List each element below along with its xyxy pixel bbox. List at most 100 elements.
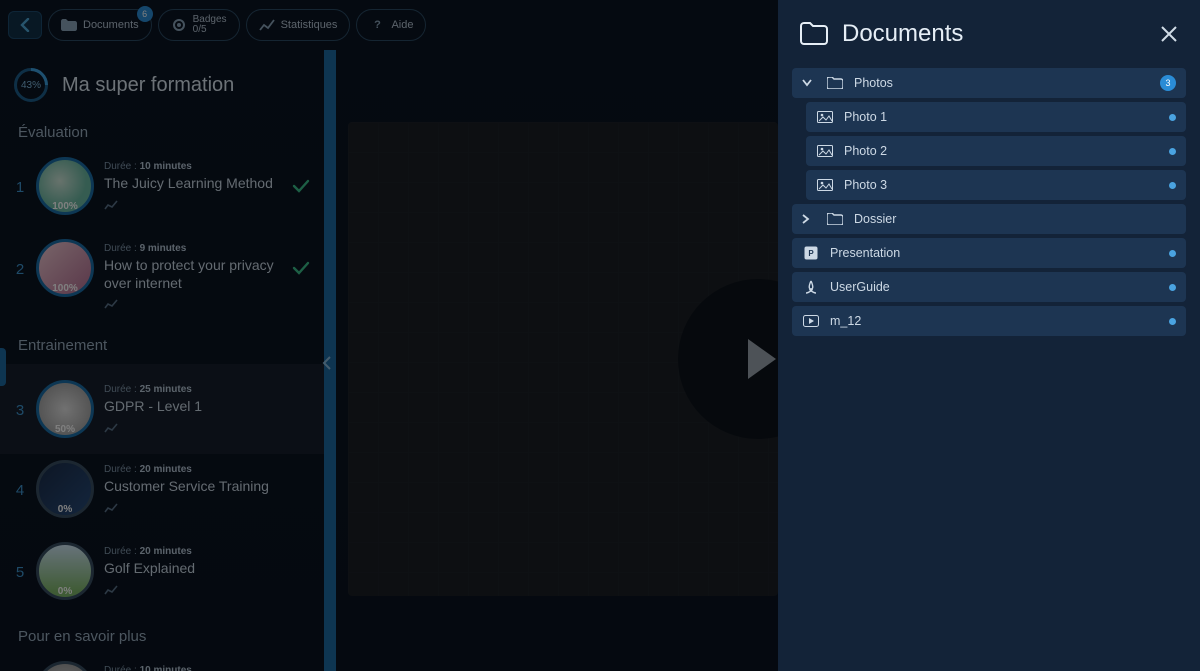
help-icon: ?	[369, 17, 385, 33]
chart-icon	[259, 17, 275, 33]
course-progress-value: 43%	[21, 80, 41, 91]
module-title: Golf Explained	[104, 560, 310, 578]
file-row[interactable]: Photo 3	[806, 170, 1186, 200]
unread-dot-icon	[1169, 182, 1176, 189]
image-icon	[816, 144, 834, 158]
toolbar-badges-value: 0/5	[193, 25, 227, 36]
module-index: 2	[14, 261, 26, 278]
module-row[interactable]: 5 0% Durée : 20 minutes Golf Explained	[14, 536, 310, 618]
image-icon	[816, 178, 834, 192]
documents-count-badge: 6	[137, 6, 153, 22]
course-title: Ma super formation	[62, 74, 234, 97]
documents-panel-title: Documents	[842, 20, 1146, 48]
module-row[interactable]: 4 0% Durée : 20 minutes Customer Service…	[14, 454, 310, 536]
module-duration: Durée : 10 minutes	[104, 665, 310, 671]
toolbar-documents-label: Documents	[83, 19, 139, 31]
chevron-right-icon	[802, 214, 816, 224]
module-row[interactable]: 1 100% Durée : 10 minutes The Juicy Lear…	[14, 151, 310, 233]
module-title: The Juicy Learning Method	[104, 175, 282, 193]
module-index: 5	[14, 564, 26, 581]
check-icon	[292, 179, 310, 193]
back-button[interactable]	[8, 11, 42, 39]
file-row[interactable]: P Presentation	[792, 238, 1186, 268]
section-training: Entrainement	[18, 337, 310, 354]
stats-icon[interactable]	[104, 503, 310, 513]
module-percent: 50%	[36, 424, 94, 435]
module-duration: Durée : 10 minutes	[104, 161, 282, 172]
module-percent: 100%	[36, 283, 94, 294]
video-icon	[802, 314, 820, 328]
file-name: Photo 1	[844, 110, 1159, 124]
stats-icon[interactable]	[104, 200, 282, 210]
module-title: GDPR - Level 1	[104, 398, 310, 416]
file-name: Photo 2	[844, 144, 1159, 158]
documents-list: Photos 3 Photo 1 Photo 2	[778, 64, 1200, 340]
module-percent: 100%	[36, 201, 94, 212]
folder-count-badge: 3	[1160, 75, 1176, 91]
chevron-down-icon	[802, 79, 816, 87]
file-name: Photo 3	[844, 178, 1159, 192]
file-row[interactable]: UserGuide	[792, 272, 1186, 302]
file-row[interactable]: Photo 2	[806, 136, 1186, 166]
toolbar-badges[interactable]: Badges 0/5	[158, 9, 240, 41]
stats-icon[interactable]	[104, 299, 282, 309]
toolbar-help[interactable]: ? Aide	[356, 9, 426, 41]
svg-text:P: P	[808, 249, 814, 258]
video-player-frame	[348, 122, 778, 596]
module-duration: Durée : 20 minutes	[104, 464, 310, 475]
side-tab-nub[interactable]	[0, 348, 6, 386]
file-row[interactable]: m_12	[792, 306, 1186, 336]
unread-dot-icon	[1169, 148, 1176, 155]
stats-icon[interactable]	[104, 423, 310, 433]
play-icon	[748, 339, 776, 379]
folder-row-dossier[interactable]: Dossier	[792, 204, 1186, 234]
module-title: Customer Service Training	[104, 478, 310, 496]
folder-row-photos[interactable]: Photos 3	[792, 68, 1186, 98]
unread-dot-icon	[1169, 250, 1176, 257]
folder-icon	[800, 22, 828, 46]
toolbar-stats[interactable]: Statistiques	[246, 9, 351, 41]
powerpoint-icon: P	[802, 246, 820, 260]
toolbar-help-label: Aide	[391, 19, 413, 31]
file-name: m_12	[830, 314, 1159, 328]
close-icon	[1160, 25, 1178, 43]
chevron-left-icon	[19, 18, 31, 32]
module-percent: 0%	[36, 586, 94, 597]
unread-dot-icon	[1169, 284, 1176, 291]
module-percent: 0%	[36, 504, 94, 515]
module-row[interactable]: 6 0% Durée : 10 minutes VTS Editor Websi…	[14, 655, 310, 671]
stats-icon[interactable]	[104, 585, 310, 595]
main-content	[336, 50, 778, 671]
folder-icon	[61, 17, 77, 33]
folder-icon	[826, 76, 844, 90]
image-icon	[816, 110, 834, 124]
toolbar-stats-label: Statistiques	[281, 19, 338, 31]
module-thumbnail	[36, 661, 94, 671]
section-more: Pour en savoir plus	[18, 628, 310, 645]
close-button[interactable]	[1160, 25, 1178, 43]
section-evaluation: Évaluation	[18, 124, 310, 141]
toolbar-documents[interactable]: Documents 6	[48, 9, 152, 41]
documents-panel: Documents Photos 3 Photo 1	[778, 0, 1200, 671]
module-duration: Durée : 25 minutes	[104, 384, 310, 395]
top-toolbar: Documents 6 Badges 0/5 Statistiques ? Ai…	[0, 0, 778, 50]
course-progress-ring: 43%	[14, 68, 48, 102]
unread-dot-icon	[1169, 114, 1176, 121]
check-icon	[292, 261, 310, 275]
collapse-sidebar-button[interactable]	[322, 356, 332, 370]
module-title: How to protect your privacy over interne…	[104, 257, 282, 292]
module-index: 3	[14, 402, 26, 419]
module-index: 4	[14, 482, 26, 499]
module-index: 1	[14, 179, 26, 196]
module-duration: Durée : 9 minutes	[104, 243, 282, 254]
file-name: Presentation	[830, 246, 1159, 260]
folder-icon	[826, 212, 844, 226]
pdf-icon	[802, 280, 820, 294]
file-row[interactable]: Photo 1	[806, 102, 1186, 132]
gear-icon	[171, 17, 187, 33]
module-row[interactable]: 2 100% Durée : 9 minutes How to protect …	[14, 233, 310, 327]
module-row-active[interactable]: 3 50% Durée : 25 minutes GDPR - Level 1	[0, 364, 324, 454]
chevron-left-icon	[322, 356, 332, 370]
folder-name: Dossier	[854, 212, 1176, 226]
file-name: UserGuide	[830, 280, 1159, 294]
